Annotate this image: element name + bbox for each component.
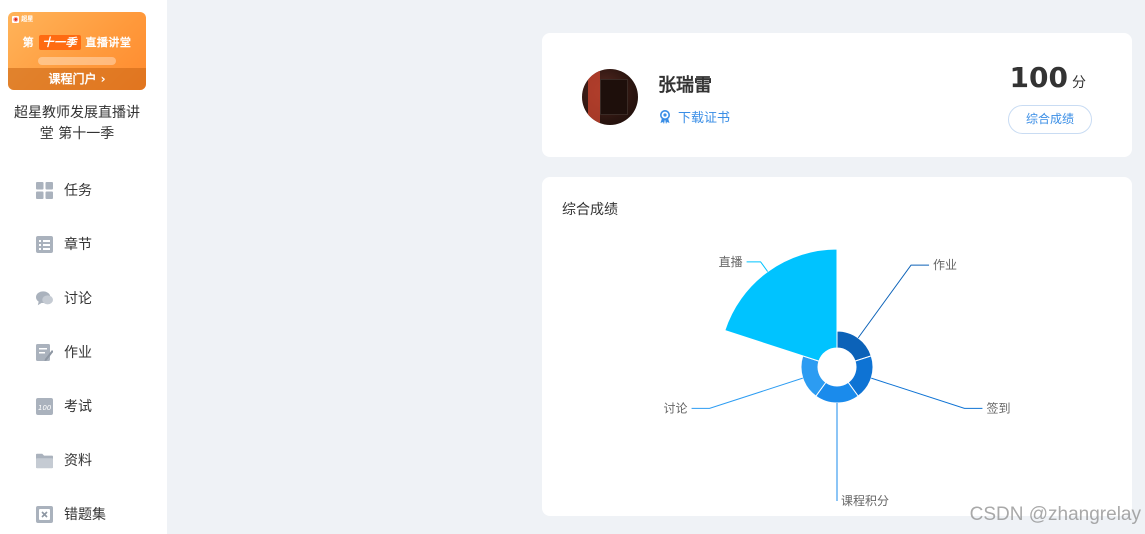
leader-line-0 bbox=[857, 264, 930, 339]
score-unit: 分 bbox=[1072, 75, 1086, 91]
sidebar-item-label: 错题集 bbox=[64, 507, 106, 523]
course-portal-link[interactable]: 课程门户 › bbox=[8, 68, 146, 90]
chat-bubble-icon bbox=[36, 290, 53, 307]
sidebar-item-label: 作业 bbox=[64, 345, 92, 361]
exam-icon: 100 bbox=[36, 397, 53, 415]
sidebar: ◉ 超星 第 十一季 直播讲堂 课程门户 › 超星教师发展直播讲堂 第十一季 任务… bbox=[0, 0, 167, 534]
banner-headline: 第 十一季 直播讲堂 bbox=[22, 35, 132, 50]
sidebar-item-label: 讨论 bbox=[64, 291, 92, 307]
leader-line-3 bbox=[691, 377, 803, 409]
slice-label-2: 课程积分 bbox=[841, 493, 889, 508]
sidebar-item-homework[interactable]: 作业 bbox=[0, 325, 167, 379]
slice-label-1: 签到 bbox=[986, 400, 1010, 415]
brand-logo: ◉ 超星 bbox=[12, 16, 34, 23]
score-value: 100 bbox=[1009, 61, 1068, 94]
course-title: 超星教师发展直播讲堂 第十一季 bbox=[14, 105, 140, 142]
download-certificate-label: 下载证书 bbox=[678, 111, 731, 126]
sidebar-item-chapters[interactable]: 章节 bbox=[0, 217, 167, 271]
download-certificate-link[interactable]: 下载证书 bbox=[658, 107, 730, 126]
banner-subline bbox=[38, 57, 116, 65]
list-icon bbox=[36, 235, 53, 253]
sidebar-nav: 任务 章节 讨论 作业 100 考试 资料 错题集 bbox=[0, 163, 167, 534]
course-banner[interactable]: ◉ 超星 第 十一季 直播讲堂 课程门户 › bbox=[8, 12, 146, 90]
user-name: 张瑞雷 bbox=[658, 75, 712, 96]
avatar bbox=[582, 69, 638, 125]
sidebar-item-materials[interactable]: 资料 bbox=[0, 433, 167, 487]
rose-slice-0[interactable] bbox=[836, 330, 872, 362]
sidebar-item-label: 资料 bbox=[64, 453, 92, 469]
edit-document-icon bbox=[36, 343, 53, 361]
leader-line-1 bbox=[871, 377, 983, 409]
slice-label-0: 作业 bbox=[933, 258, 957, 272]
sidebar-item-exam[interactable]: 100 考试 bbox=[0, 379, 167, 433]
score-chart-card: 综合成绩 作业 签到 课程积分 讨论 直播 bbox=[542, 177, 1132, 516]
wrong-questions-icon bbox=[36, 505, 53, 523]
slice-label-4: 直播 bbox=[719, 255, 743, 269]
sidebar-item-wrong-questions[interactable]: 错题集 bbox=[0, 487, 167, 534]
leader-line-4 bbox=[746, 261, 769, 272]
profile-card: 张瑞雷 下载证书 100 分 综合成绩 bbox=[542, 33, 1132, 157]
total-score: 100 分 bbox=[1010, 61, 1086, 94]
grid-icon bbox=[36, 181, 53, 199]
sidebar-item-label: 考试 bbox=[64, 399, 92, 415]
folder-icon bbox=[36, 452, 53, 469]
svg-text:100: 100 bbox=[38, 404, 52, 412]
sidebar-item-tasks[interactable]: 任务 bbox=[0, 163, 167, 217]
sidebar-item-discussion[interactable]: 讨论 bbox=[0, 271, 167, 325]
sidebar-item-label: 章节 bbox=[64, 237, 92, 253]
overall-score-button[interactable]: 综合成绩 bbox=[1008, 105, 1092, 134]
slice-label-3: 讨论 bbox=[664, 401, 688, 415]
certificate-icon bbox=[658, 109, 672, 124]
sidebar-item-label: 任务 bbox=[64, 183, 92, 199]
rose-chart: 作业签到课程积分 讨论 直播 bbox=[664, 248, 1010, 508]
watermark: CSDN @zhangrelay bbox=[969, 504, 1141, 525]
